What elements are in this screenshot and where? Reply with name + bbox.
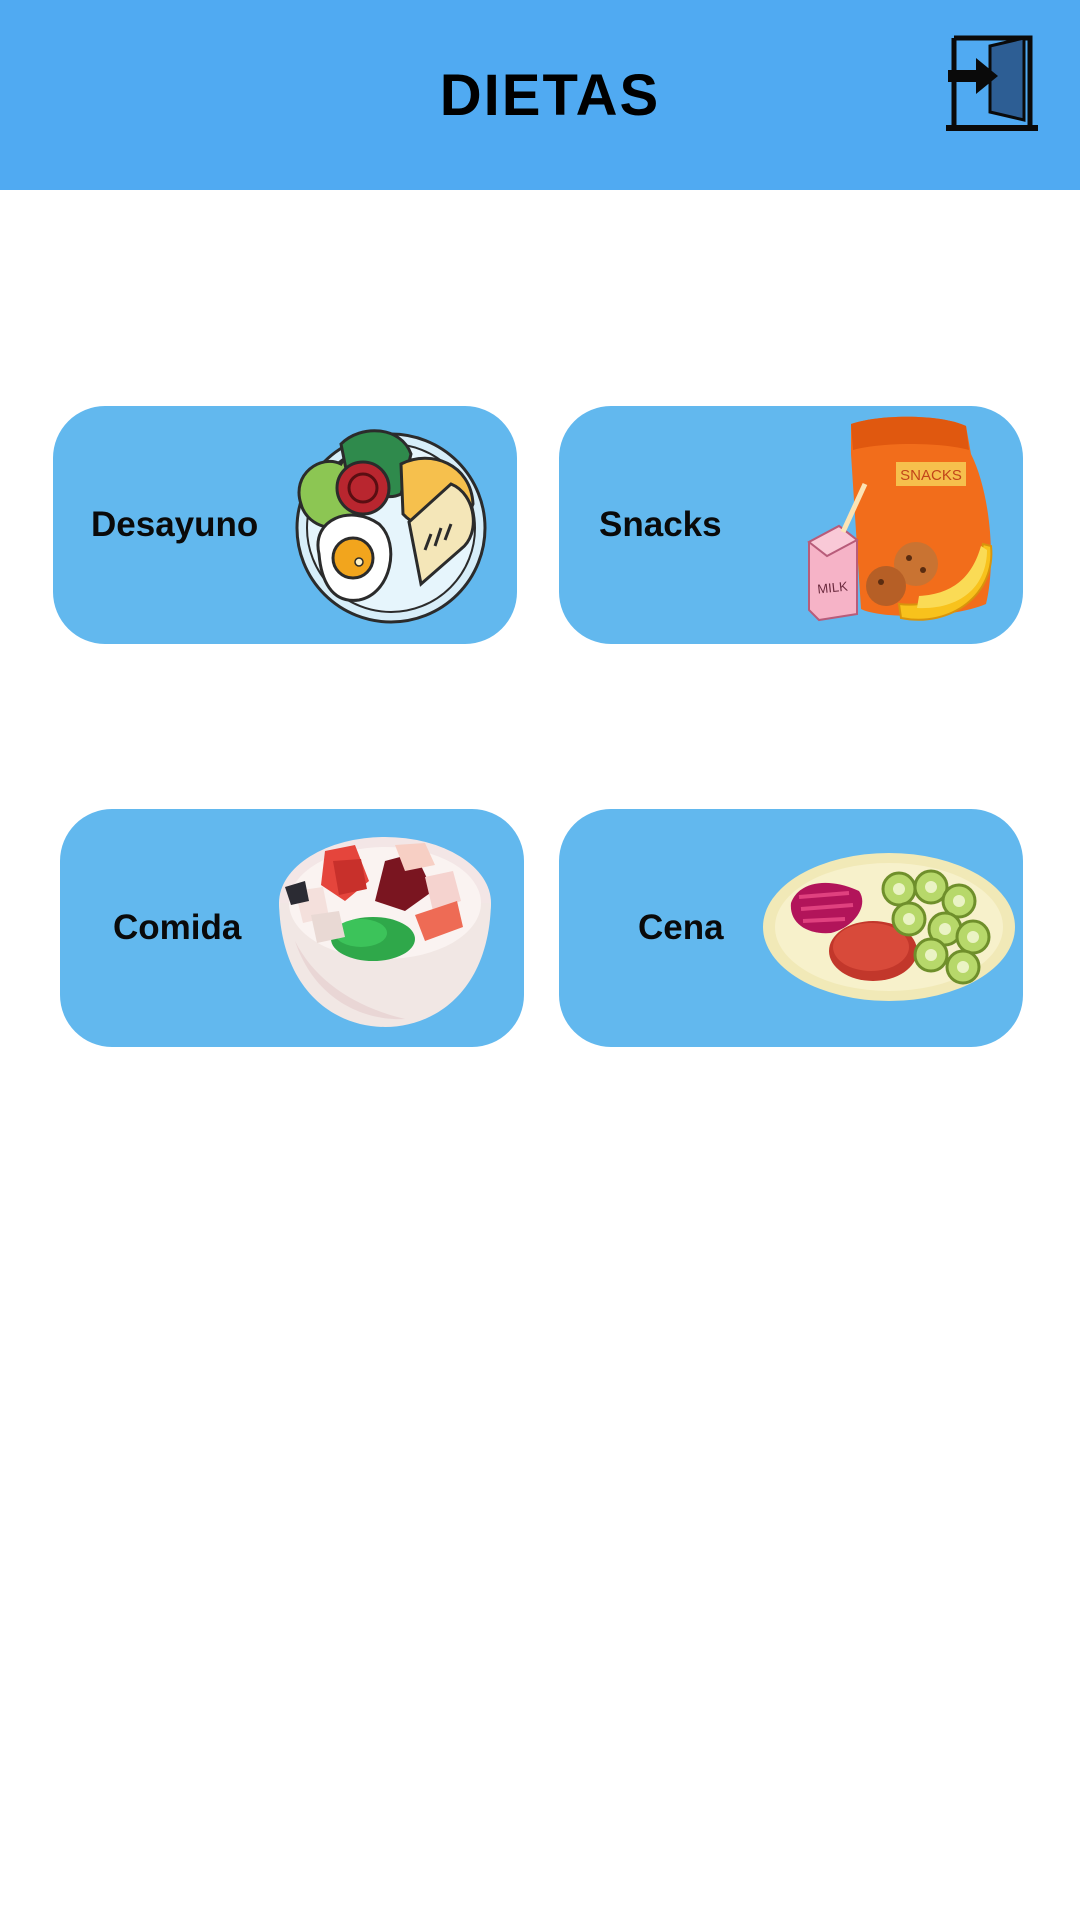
card-label-desayuno: Desayuno	[91, 505, 259, 544]
breakfast-plate-icon	[295, 429, 487, 624]
card-label-cena: Cena	[638, 908, 724, 947]
exit-button[interactable]	[944, 34, 1040, 136]
card-cena[interactable]: Cena	[559, 809, 1023, 1047]
snacks-bag-icon: SNACKS MILK	[807, 416, 993, 622]
dinner-plate-icon	[763, 853, 1015, 1001]
card-desayuno[interactable]: Desayuno	[53, 406, 517, 644]
page-title: DIETAS	[439, 63, 661, 128]
card-snacks[interactable]: Snacks SNACKS MILK	[559, 406, 1023, 644]
svg-text:MILK: MILK	[817, 578, 849, 596]
svg-text:SNACKS: SNACKS	[900, 467, 962, 484]
card-label-snacks: Snacks	[599, 505, 722, 544]
salad-bowl-icon	[279, 837, 491, 1027]
exit-door-icon	[946, 35, 1038, 131]
card-comida[interactable]: Comida	[60, 809, 524, 1047]
card-label-comida: Comida	[113, 908, 242, 947]
app-header: DIETAS	[0, 0, 1080, 190]
